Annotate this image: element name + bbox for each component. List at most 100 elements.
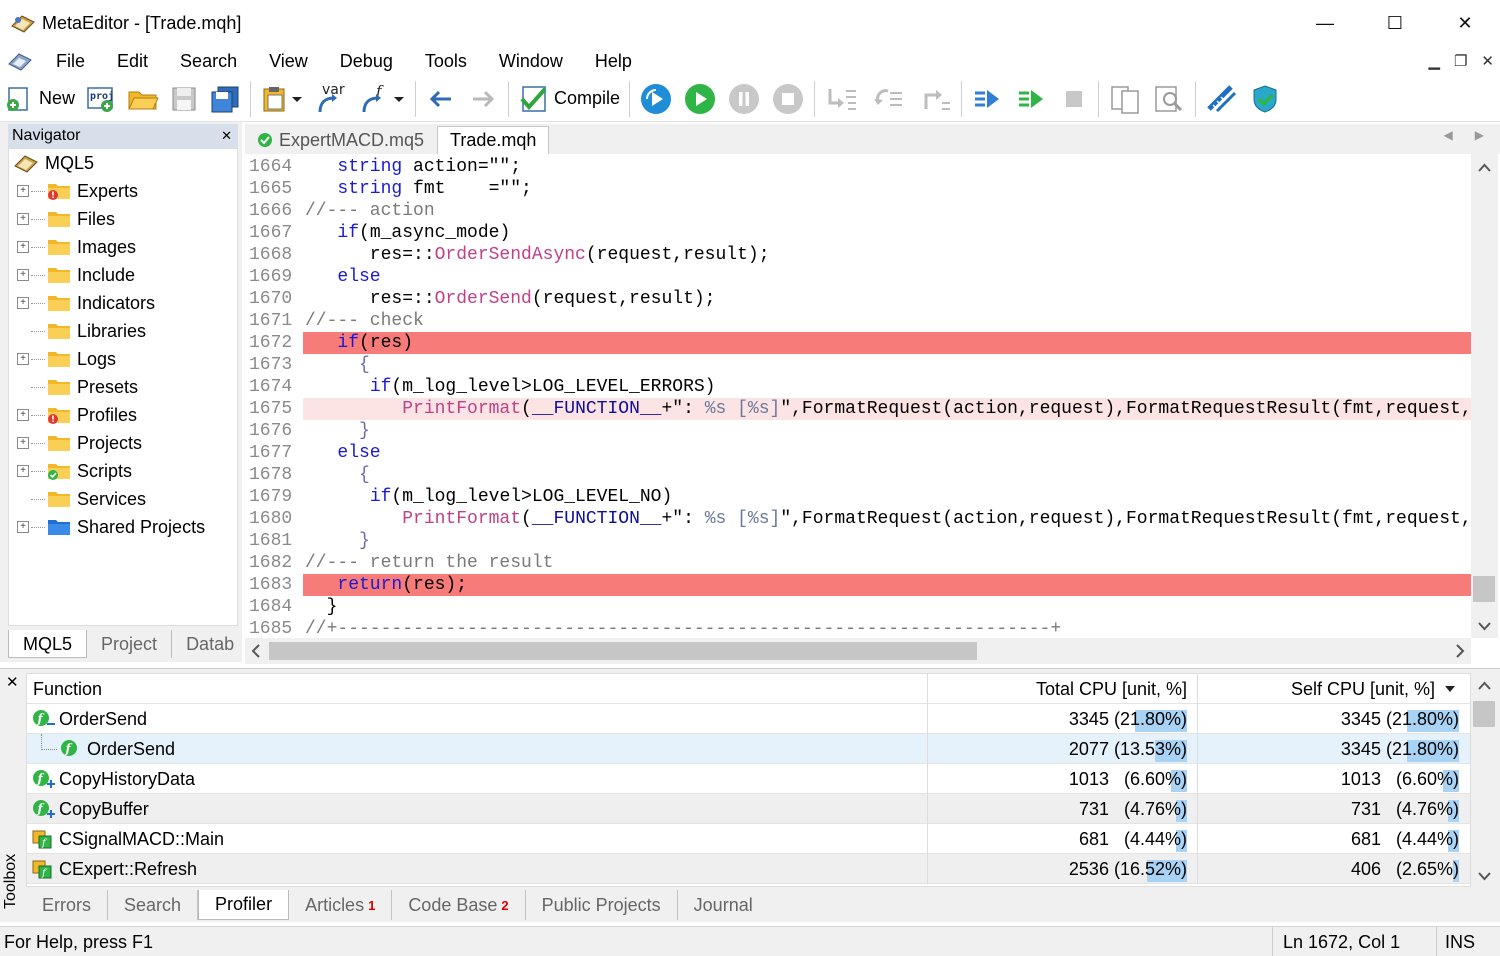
scroll-right-icon[interactable] (1449, 638, 1471, 664)
code-line[interactable]: 1665 string fmt =""; (245, 178, 1473, 200)
code-line[interactable]: 1668 res=::OrderSendAsync(request,result… (245, 244, 1473, 266)
code-line[interactable]: 1682 //--- return the result (245, 552, 1473, 574)
scroll-down-icon[interactable] (1471, 865, 1498, 887)
menu-edit[interactable]: Edit (101, 46, 164, 76)
code-line[interactable]: 1679 if(m_log_level>LOG_LEVEL_NO) (245, 486, 1473, 508)
paste-button[interactable] (255, 79, 309, 119)
tab-trade-mqh[interactable]: Trade.mqh (437, 126, 550, 154)
scroll-left-icon[interactable] (245, 638, 267, 664)
code-line[interactable]: 1670 res=::OrderSend(request,result); (245, 288, 1473, 310)
tree-item-include[interactable]: + Include (9, 261, 135, 289)
forward-button[interactable] (462, 79, 504, 119)
function-icon[interactable]: f (31, 708, 57, 730)
tree-item-files[interactable]: + Files (9, 205, 115, 233)
expand-toggle-icon[interactable]: + (17, 521, 29, 533)
code-line[interactable]: 1685 //+---------------------------------… (245, 618, 1473, 638)
expand-toggle-icon[interactable]: + (17, 269, 29, 281)
step-out-button[interactable] (911, 79, 957, 119)
chevron-down-icon[interactable] (392, 85, 406, 113)
start-debug-button[interactable] (678, 79, 722, 119)
code-line[interactable]: 1671 //--- check (245, 310, 1473, 332)
toolbox-close-button[interactable]: ✕ (6, 673, 19, 691)
code-line[interactable]: 1666 //--- action (245, 200, 1473, 222)
profile-button[interactable] (634, 79, 678, 119)
toolbox-tab-profiler[interactable]: Profiler (198, 890, 290, 920)
editor-vertical-scrollbar[interactable] (1471, 154, 1498, 638)
stop-profiling-button[interactable] (1054, 79, 1094, 119)
document-icon[interactable] (6, 49, 34, 73)
tree-item-mql5[interactable]: MQL5 (9, 149, 94, 177)
toolbox-tab-public-projects[interactable]: Public Projects (526, 890, 678, 920)
mdi-restore-button[interactable]: ❐ (1454, 52, 1467, 70)
styler-button[interactable] (1147, 79, 1191, 119)
nav-tab-database[interactable]: Datab (172, 630, 248, 658)
tab-scroll-left-icon[interactable]: ◀ (1444, 128, 1453, 142)
profiler-vertical-scrollbar[interactable] (1471, 673, 1498, 887)
function-icon[interactable]: f (31, 768, 57, 790)
tree-item-projects[interactable]: + Projects (9, 429, 142, 457)
profiler-row[interactable]: f CExpert::Refresh 2536 (16.52%) 406 (2.65%… (27, 854, 1470, 884)
profiler-row[interactable]: f OrderSend 3345 (21.80%) 3345 (21.80%) (27, 704, 1470, 734)
insert-function-button[interactable]: f (353, 79, 411, 119)
col-function-header[interactable]: Function (33, 674, 102, 704)
nav-tab-mql5[interactable]: MQL5 (8, 630, 88, 658)
expand-toggle-icon[interactable]: + (17, 185, 29, 197)
tab-scroll-right-icon[interactable]: ▶ (1475, 128, 1484, 142)
code-line[interactable]: 1672 if(res) (245, 332, 1473, 354)
code-line[interactable]: 1677 else (245, 442, 1473, 464)
profiler-row[interactable]: f CSignalMACD::Main 681 (4.44%) 681 (4.44%) (27, 824, 1470, 854)
code-line[interactable]: 1667 if(m_async_mode) (245, 222, 1473, 244)
close-button[interactable]: ✕ (1430, 0, 1500, 46)
scroll-down-icon[interactable] (1471, 614, 1498, 638)
tree-item-images[interactable]: + Images (9, 233, 136, 261)
start-on-history-button[interactable] (1010, 79, 1054, 119)
expand-toggle-icon[interactable]: + (17, 213, 29, 225)
expand-toggle-icon[interactable]: + (17, 241, 29, 253)
menu-debug[interactable]: Debug (324, 46, 409, 76)
toolbox-tab-articles[interactable]: Articles 1 (289, 890, 393, 920)
menu-tools[interactable]: Tools (409, 46, 483, 76)
menu-window[interactable]: Window (483, 46, 579, 76)
step-over-button[interactable] (865, 79, 911, 119)
tree-item-services[interactable]: Services (9, 485, 146, 513)
mdi-minimize-button[interactable]: ▁ (1428, 52, 1440, 70)
code-line[interactable]: 1681 } (245, 530, 1473, 552)
tree-item-shared-projects[interactable]: + Shared Projects (9, 513, 205, 541)
code-line[interactable]: 1684 } (245, 596, 1473, 618)
code-line[interactable]: 1664 string action=""; (245, 156, 1473, 178)
code-line[interactable]: 1674 if(m_log_level>LOG_LEVEL_ERRORS) (245, 376, 1473, 398)
new-button[interactable]: New (0, 79, 80, 119)
start-on-real-data-button[interactable] (966, 79, 1010, 119)
expand-toggle-icon[interactable]: + (17, 437, 29, 449)
tree-item-scripts[interactable]: + Scripts (9, 457, 132, 485)
menu-view[interactable]: View (253, 46, 324, 76)
scrollbar-thumb[interactable] (1473, 701, 1495, 727)
profiler-row[interactable]: f CopyBuffer 731 (4.76%) 731 (4.76%) (27, 794, 1470, 824)
expand-toggle-icon[interactable]: + (17, 297, 29, 309)
compare-button[interactable] (1103, 79, 1147, 119)
toolbox-tab-code-base[interactable]: Code Base 2 (392, 890, 526, 920)
stop-button[interactable] (766, 79, 810, 119)
tab-expertmacd[interactable]: ExpertMACD.mq5 (245, 126, 436, 154)
menu-search[interactable]: Search (164, 46, 253, 76)
toolbox-tab-search[interactable]: Search (108, 890, 199, 920)
toolbox-tab-journal[interactable]: Journal (678, 890, 769, 920)
tree-item-indicators[interactable]: + Indicators (9, 289, 155, 317)
scrollbar-thumb[interactable] (269, 642, 977, 660)
nav-tab-project[interactable]: Project (87, 630, 173, 658)
code-line[interactable]: 1669 else (245, 266, 1473, 288)
code-line[interactable]: 1683 return(res); (245, 574, 1473, 596)
code-line[interactable]: 1678 { (245, 464, 1473, 486)
mql5-community-button[interactable] (1200, 79, 1244, 119)
tree-item-experts[interactable]: + Experts (9, 177, 138, 205)
scrollbar-thumb[interactable] (1473, 576, 1495, 602)
code-line[interactable]: 1676 } (245, 420, 1473, 442)
editor-horizontal-scrollbar[interactable] (245, 638, 1471, 664)
col-self-cpu-header[interactable]: Self CPU [unit, %] (1197, 674, 1465, 704)
maximize-button[interactable]: ☐ (1360, 0, 1430, 46)
expand-toggle-icon[interactable]: + (17, 353, 29, 365)
compile-button[interactable]: Compile (513, 79, 625, 119)
scroll-up-icon[interactable] (1471, 675, 1498, 697)
profiler-row[interactable]: f OrderSend 2077 (13.53%) 3345 (21.80%) (27, 734, 1470, 764)
mql5-cloud-button[interactable] (1244, 79, 1286, 119)
